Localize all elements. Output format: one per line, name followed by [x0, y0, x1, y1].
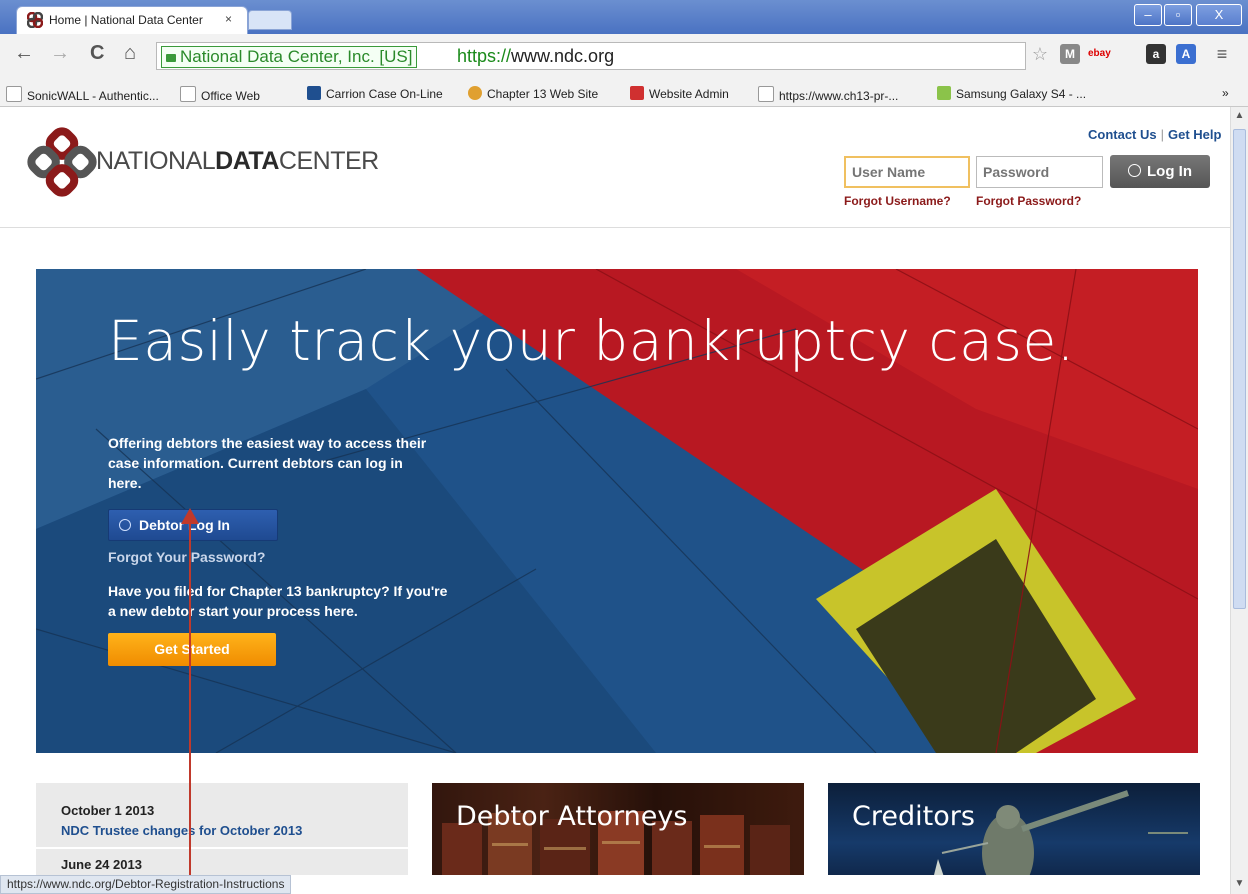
page-icon [758, 86, 774, 102]
bookmark-label: SonicWALL - Authentic... [27, 89, 159, 103]
hero-intro: Offering debtors the easiest way to acce… [108, 435, 427, 491]
url-host: www.ndc.org [511, 46, 615, 66]
scroll-up-icon[interactable]: ▲ [1233, 109, 1246, 123]
bookmark-ch13-pr[interactable]: https://www.ch13-pr-... [758, 86, 898, 103]
globe-icon [468, 86, 482, 100]
get-started-button[interactable]: Get Started [108, 633, 276, 666]
scrollbar-thumb[interactable] [1233, 129, 1246, 609]
forgot-your-password-link[interactable]: Forgot Your Password? [108, 549, 265, 565]
bookmark-chapter13[interactable]: Chapter 13 Web Site [468, 86, 598, 101]
news-divider [36, 847, 408, 849]
bookmarks-bar: SonicWALL - Authentic... Office Web Carr… [0, 82, 1248, 107]
logo-text-data: DATA [215, 147, 279, 175]
browser-tab[interactable]: Home | National Data Center × [16, 6, 248, 34]
bookmark-office-web[interactable]: Office Web [180, 86, 260, 103]
bookmarks-overflow-icon[interactable]: » [1222, 86, 1229, 100]
bookmark-label: Website Admin [649, 87, 729, 101]
home-icon[interactable]: ⌂ [124, 42, 136, 65]
top-links: Contact Us | Get Help [1088, 127, 1221, 142]
web-page: NATIONALDATACENTER Contact Us|Get Help L… [0, 107, 1230, 875]
login-button[interactable]: Log In [1110, 155, 1210, 188]
android-icon [937, 86, 951, 100]
ebay-extension-icon[interactable]: ebay [1088, 44, 1111, 64]
bookmark-samsung[interactable]: Samsung Galaxy S4 - ... [937, 86, 1086, 101]
debtor-attorneys-card[interactable]: Debtor Attorneys [432, 783, 804, 875]
bookmark-label: Carrion Case On-Line [326, 87, 443, 101]
bookmark-label: Samsung Galaxy S4 - ... [956, 87, 1087, 101]
annotation-arrow [189, 518, 191, 894]
logo-text-center: CENTER [278, 147, 379, 175]
username-input[interactable] [844, 156, 970, 188]
forward-icon[interactable]: → [50, 42, 70, 65]
ev-label: National Data Center, Inc. [US] [180, 47, 413, 66]
chapter13-text: Have you filed for Chapter 13 bankruptcy… [108, 583, 448, 619]
bookmark-carrion[interactable]: Carrion Case On-Line [307, 86, 443, 101]
minimize-button[interactable]: – [1134, 4, 1162, 26]
news-date: October 1 2013 [61, 803, 155, 818]
annotation-arrowhead [181, 508, 199, 524]
user-icon [119, 519, 131, 531]
lock-icon [166, 54, 176, 62]
hero-headline: Easily track your bankruptcy case. [108, 309, 1075, 373]
gmail-extension-icon[interactable]: M [1060, 44, 1080, 64]
scroll-down-icon[interactable]: ▼ [1233, 877, 1246, 891]
header-divider [0, 227, 1230, 228]
tab-title: Home | National Data Center [49, 13, 203, 27]
case-icon [307, 86, 321, 100]
news-panel: October 1 2013 NDC Trustee changes for O… [36, 783, 408, 875]
bookmark-label: Chapter 13 Web Site [487, 87, 599, 101]
back-icon[interactable]: ← [14, 42, 34, 65]
close-window-button[interactable]: X [1196, 4, 1242, 26]
translate-extension-icon[interactable]: A [1176, 44, 1196, 64]
logo-text-national: NATIONAL [96, 147, 216, 175]
hero-banner: Easily track your bankruptcy case. Offer… [36, 269, 1198, 753]
contact-us-link[interactable]: Contact Us [1088, 127, 1157, 142]
bookmark-star-icon[interactable]: ☆ [1030, 44, 1050, 64]
window-titlebar: Home | National Data Center × – ▫ X [0, 0, 1248, 34]
url-scheme: https:// [457, 46, 512, 66]
url-text: https://www.ndc.org [457, 46, 614, 67]
vertical-scrollbar[interactable]: ▲ ▼ [1230, 107, 1248, 894]
ndc-logo-icon[interactable] [24, 127, 100, 197]
bookmark-label: https://www.ch13-pr-... [779, 89, 899, 103]
bookmark-label: Office Web [201, 89, 260, 103]
reload-icon[interactable]: C [90, 42, 104, 65]
ev-certificate-badge[interactable]: National Data Center, Inc. [US] [161, 46, 418, 68]
news-date: June 24 2013 [61, 857, 142, 872]
login-label: Log In [1147, 163, 1192, 180]
tab-close-icon[interactable]: × [225, 12, 232, 26]
logo-wordmark[interactable]: NATIONALDATACENTER [96, 147, 379, 176]
creditors-card[interactable]: Creditors [828, 783, 1200, 875]
card-title: Creditors [852, 801, 975, 832]
news-title-link[interactable]: NDC Trustee changes for October 2013 [61, 823, 302, 838]
ndc-favicon-icon [27, 12, 43, 28]
status-bar: https://www.ndc.org/Debtor-Registration-… [0, 875, 292, 894]
forgot-password-link[interactable]: Forgot Password? [976, 194, 1081, 208]
maximize-button[interactable]: ▫ [1164, 4, 1192, 26]
amazon-extension-icon[interactable]: a [1146, 44, 1166, 64]
address-bar[interactable]: National Data Center, Inc. [US] https://… [156, 42, 1026, 70]
page-icon [180, 86, 196, 102]
menu-icon[interactable]: ≡ [1212, 44, 1232, 64]
bookmark-website-admin[interactable]: Website Admin [630, 86, 729, 101]
new-tab-button[interactable] [248, 10, 292, 30]
user-icon [1128, 164, 1141, 177]
bookmark-sonicwall[interactable]: SonicWALL - Authentic... [6, 86, 159, 103]
forgot-username-link[interactable]: Forgot Username? [844, 194, 951, 208]
admin-icon [630, 86, 644, 100]
get-help-link[interactable]: Get Help [1168, 127, 1221, 142]
card-title: Debtor Attorneys [456, 801, 688, 832]
link-separator: | [1160, 127, 1165, 142]
page-icon [6, 86, 22, 102]
password-input[interactable] [976, 156, 1103, 188]
